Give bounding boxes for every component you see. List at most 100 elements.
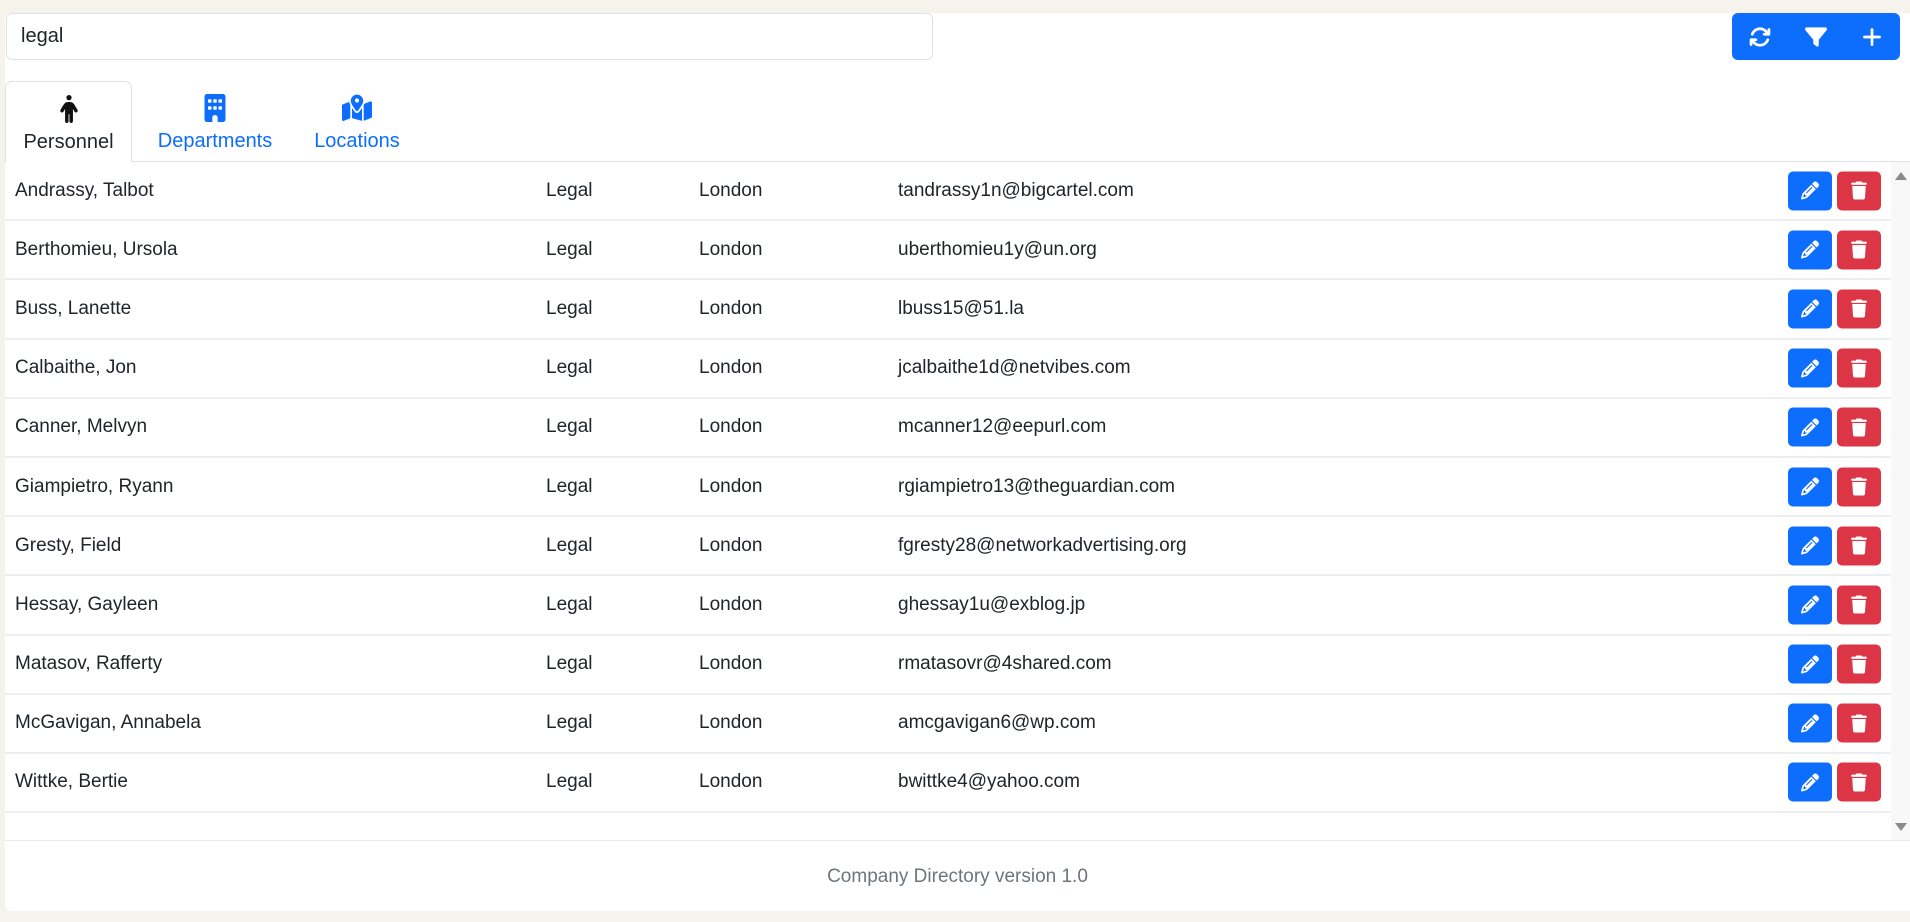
cell-email: lbuss15@51.la (898, 297, 1024, 319)
cell-location: London (699, 179, 763, 201)
table-row: Gresty, Field Legal London fgresty28@net… (5, 517, 1891, 577)
search-input[interactable] (6, 13, 933, 60)
filter-icon (1805, 26, 1827, 47)
cell-email: mcanner12@eepurl.com (898, 416, 1107, 438)
plus-icon (1863, 27, 1881, 46)
edit-button[interactable] (1788, 644, 1832, 684)
cell-location: London (699, 712, 763, 734)
delete-button[interactable] (1837, 407, 1881, 447)
pencil-icon (1801, 477, 1819, 496)
trash-icon (1851, 181, 1867, 200)
cell-name: Canner, Melvyn (15, 416, 148, 438)
trash-icon (1851, 240, 1867, 259)
cell-department: Legal (546, 475, 593, 497)
tab-locations-label: Locations (314, 130, 400, 152)
personnel-table: Andrassy, Talbot Legal London tandrassy1… (5, 162, 1891, 814)
cell-location: London (699, 238, 763, 260)
tab-departments-label: Departments (157, 130, 273, 152)
tab-personnel[interactable]: Personnel (5, 81, 132, 163)
map-location-icon (342, 94, 372, 121)
table-row: Andrassy, Talbot Legal London tandrassy1… (5, 162, 1891, 222)
footer: Company Directory version 1.0 (5, 842, 1910, 911)
add-button[interactable] (1844, 13, 1900, 60)
trash-icon (1851, 655, 1867, 674)
cell-name: Buss, Lanette (15, 297, 132, 319)
scroll-up-arrow-icon[interactable] (1895, 172, 1907, 180)
table-row: Matasov, Rafferty Legal London rmatasovr… (5, 636, 1891, 695)
cell-department: Legal (546, 653, 593, 675)
cell-email: uberthomieu1y@un.org (898, 238, 1097, 260)
cell-location: London (699, 416, 763, 438)
tab-personnel-label: Personnel (23, 131, 114, 153)
table-row: Hessay, Gayleen Legal London ghessay1u@e… (5, 576, 1891, 636)
trash-icon (1851, 359, 1867, 378)
footer-text: Company Directory version 1.0 (827, 865, 1088, 887)
cell-department: Legal (546, 238, 593, 260)
pencil-icon (1801, 240, 1819, 259)
nav-tabs: Personnel Departments Locations (5, 81, 1910, 163)
cell-email: tandrassy1n@bigcartel.com (898, 179, 1134, 201)
tab-locations[interactable]: Locations (297, 81, 417, 162)
vertical-scrollbar[interactable] (1891, 162, 1910, 840)
cell-department: Legal (546, 179, 593, 201)
pencil-icon (1801, 181, 1819, 200)
cell-location: London (699, 771, 763, 793)
cell-name: Matasov, Rafferty (15, 653, 163, 675)
personnel-table-scroll: Andrassy, Talbot Legal London tandrassy1… (5, 162, 1910, 841)
tab-departments[interactable]: Departments (140, 81, 290, 162)
cell-department: Legal (546, 593, 593, 615)
delete-button[interactable] (1837, 644, 1881, 684)
filter-button[interactable] (1788, 13, 1844, 60)
delete-button[interactable] (1837, 585, 1881, 625)
pencil-icon (1801, 536, 1819, 555)
table-row: Wittke, Bertie Legal London bwittke4@yah… (5, 754, 1891, 814)
cell-name: Berthomieu, Ursola (15, 238, 178, 260)
cell-name: Hessay, Gayleen (15, 593, 159, 615)
cell-department: Legal (546, 771, 593, 793)
edit-button[interactable] (1788, 348, 1832, 388)
edit-button[interactable] (1788, 585, 1832, 625)
cell-email: amcgavigan6@wp.com (898, 712, 1096, 734)
delete-button[interactable] (1837, 348, 1881, 388)
delete-button[interactable] (1837, 230, 1881, 270)
edit-button[interactable] (1788, 230, 1832, 270)
delete-button[interactable] (1837, 289, 1881, 329)
cell-email: fgresty28@networkadvertising.org (898, 534, 1187, 556)
pencil-icon (1801, 595, 1819, 614)
cell-name: Giampietro, Ryann (15, 475, 174, 497)
delete-button[interactable] (1837, 762, 1881, 802)
edit-button[interactable] (1788, 703, 1832, 743)
cell-email: bwittke4@yahoo.com (898, 771, 1080, 793)
cell-email: ghessay1u@exblog.jp (898, 593, 1086, 615)
table-row: Giampietro, Ryann Legal London rgiampiet… (5, 458, 1891, 518)
edit-button[interactable] (1788, 467, 1832, 507)
refresh-icon (1749, 26, 1771, 47)
cell-location: London (699, 653, 763, 675)
trash-icon (1851, 536, 1867, 555)
trash-icon (1851, 477, 1867, 496)
edit-button[interactable] (1788, 171, 1832, 211)
pencil-icon (1801, 773, 1819, 792)
table-row: Berthomieu, Ursola Legal London uberthom… (5, 221, 1891, 281)
refresh-button[interactable] (1732, 13, 1788, 60)
cell-location: London (699, 297, 763, 319)
delete-button[interactable] (1837, 703, 1881, 743)
table-row: Canner, Melvyn Legal London mcanner12@ee… (5, 399, 1891, 458)
delete-button[interactable] (1837, 467, 1881, 507)
pencil-icon (1801, 418, 1819, 437)
edit-button[interactable] (1788, 526, 1832, 566)
edit-button[interactable] (1788, 289, 1832, 329)
cell-name: Gresty, Field (15, 534, 122, 556)
edit-button[interactable] (1788, 407, 1832, 447)
scroll-down-arrow-icon[interactable] (1895, 823, 1907, 831)
delete-button[interactable] (1837, 171, 1881, 211)
table-row: Buss, Lanette Legal London lbuss15@51.la (5, 280, 1891, 340)
cell-department: Legal (546, 712, 593, 734)
pencil-icon (1801, 714, 1819, 733)
edit-button[interactable] (1788, 762, 1832, 802)
cell-department: Legal (546, 534, 593, 556)
cell-location: London (699, 475, 763, 497)
cell-email: rgiampietro13@theguardian.com (898, 475, 1175, 497)
delete-button[interactable] (1837, 526, 1881, 566)
cell-department: Legal (546, 416, 593, 438)
